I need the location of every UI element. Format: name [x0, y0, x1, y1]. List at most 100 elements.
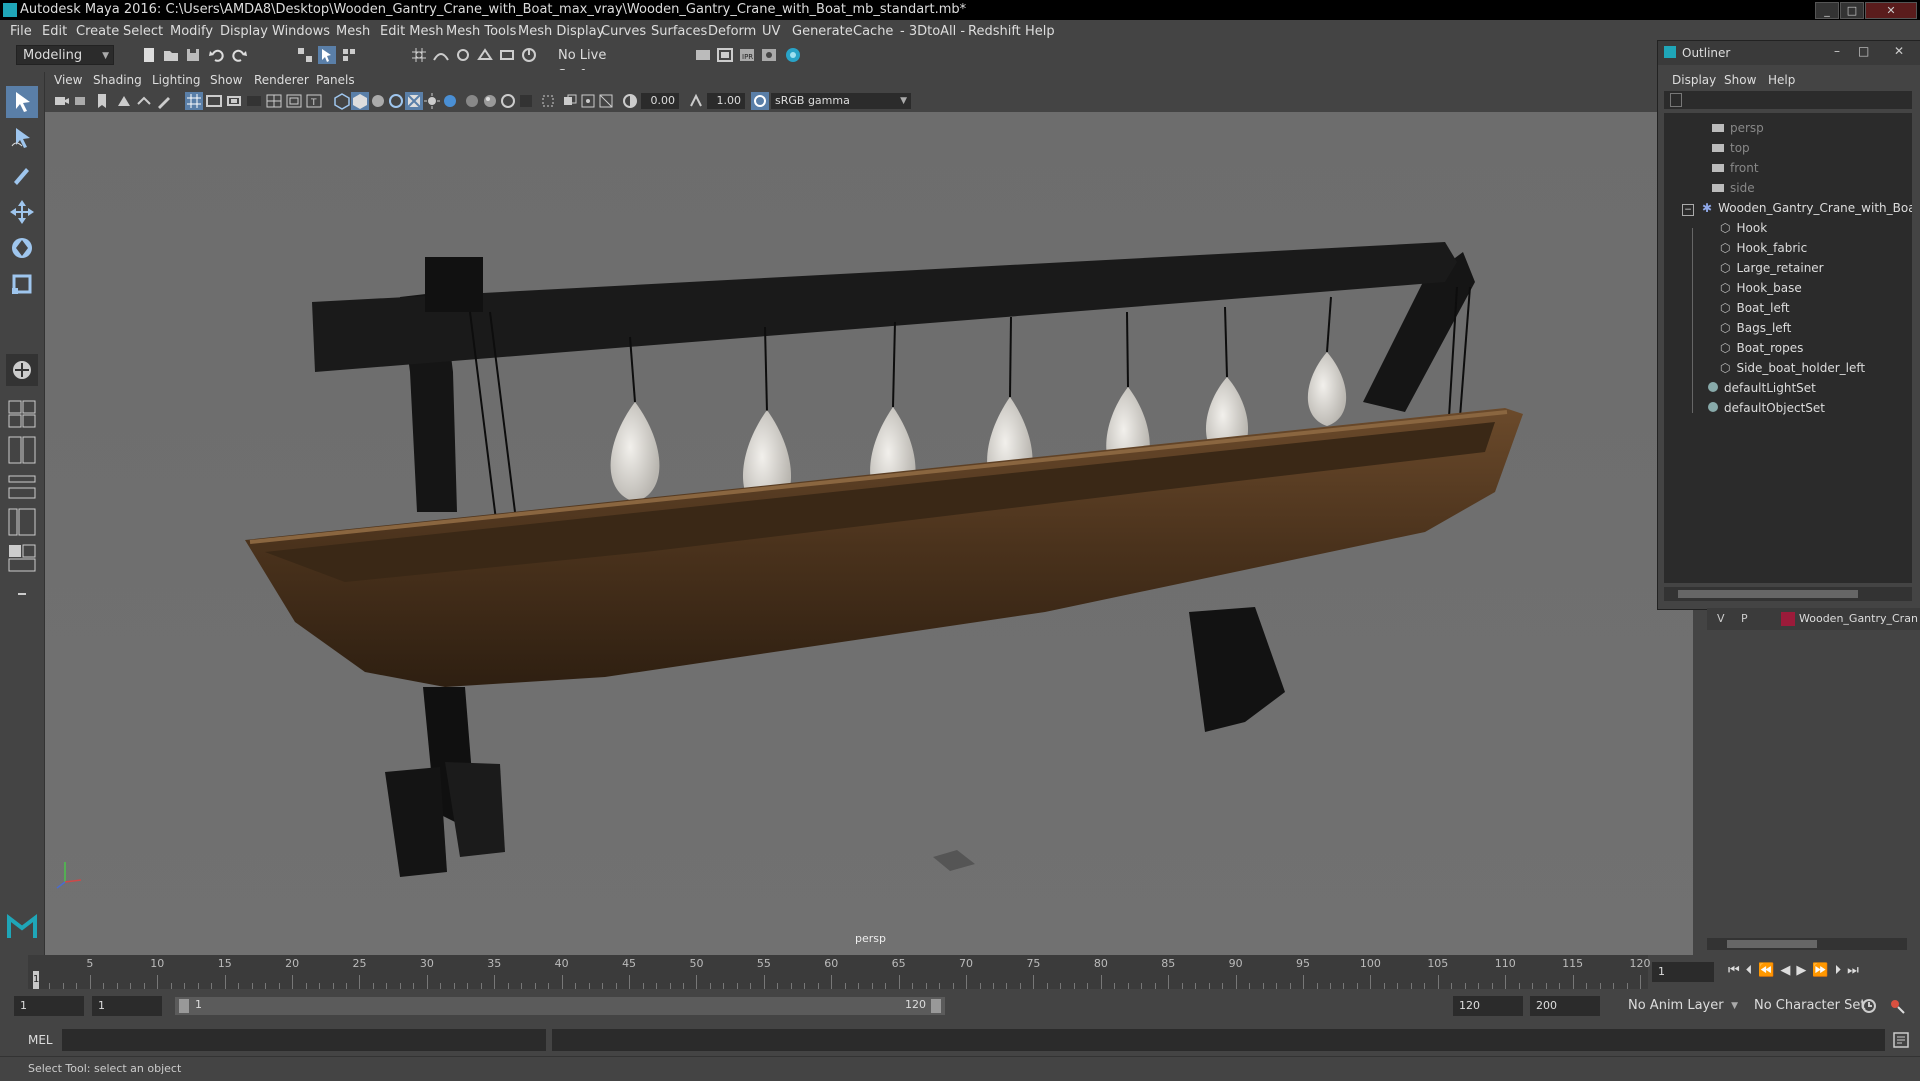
exposure-icon[interactable]: [621, 92, 639, 110]
script-editor-icon[interactable]: [1892, 1031, 1910, 1049]
undo-icon[interactable]: [208, 46, 226, 64]
film-gate-icon[interactable]: [205, 92, 223, 110]
outliner-item-hook[interactable]: ⬡ Hook: [1720, 218, 1767, 238]
view-transform-dropdown[interactable]: sRGB gamma ▼: [771, 93, 911, 109]
scrollbar-thumb[interactable]: [1727, 940, 1817, 948]
minimize-button[interactable]: _: [1815, 2, 1839, 19]
snap-surface-icon[interactable]: [498, 46, 516, 64]
wireframe-icon[interactable]: [333, 92, 351, 110]
outliner-item-side[interactable]: side: [1712, 178, 1755, 198]
motion-blur-icon[interactable]: [481, 92, 499, 110]
ipr-render-icon[interactable]: IPR: [738, 46, 756, 64]
outliner-maximize-button[interactable]: □: [1858, 44, 1869, 58]
range-start-handle[interactable]: [179, 999, 189, 1013]
screen-space-ao-icon[interactable]: [463, 92, 481, 110]
layer-color-swatch[interactable]: [1781, 612, 1795, 626]
menu-help[interactable]: Help: [1025, 24, 1055, 39]
outliner-item-hook-base[interactable]: ⬡ Hook_base: [1720, 278, 1802, 298]
outliner-item-top[interactable]: top: [1712, 138, 1750, 158]
playback-end-field[interactable]: 120: [1453, 996, 1523, 1016]
outliner-item-boat-ropes[interactable]: ⬡ Boat_ropes: [1720, 338, 1803, 358]
make-live-icon[interactable]: [520, 46, 538, 64]
render-view-icon[interactable]: [694, 46, 712, 64]
safe-action-icon[interactable]: [285, 92, 303, 110]
current-time-marker[interactable]: 1: [33, 971, 39, 989]
collapse-icon[interactable]: −: [1682, 204, 1694, 216]
xray-joints-icon[interactable]: [579, 92, 597, 110]
snap-view-plane-icon[interactable]: [476, 46, 494, 64]
step-back-icon[interactable]: ⏴: [1746, 963, 1759, 978]
menu-uv[interactable]: UV: [762, 24, 780, 39]
3d-scene[interactable]: [45, 112, 1693, 955]
auto-key-icon[interactable]: [1860, 997, 1878, 1015]
menu-cache[interactable]: Cache: [853, 24, 893, 39]
open-scene-icon[interactable]: [162, 46, 180, 64]
textured-icon[interactable]: [405, 92, 423, 110]
camera-attributes-icon[interactable]: [73, 92, 91, 110]
outliner-item-persp[interactable]: persp: [1712, 118, 1764, 138]
xray-icon[interactable]: [561, 92, 579, 110]
snap-grid-icon[interactable]: [410, 46, 428, 64]
gamma-icon[interactable]: [687, 92, 705, 110]
layer-visibility-toggle[interactable]: V: [1717, 612, 1725, 625]
menu-edit[interactable]: Edit: [42, 24, 67, 39]
redo-icon[interactable]: [230, 46, 248, 64]
step-back-key-icon[interactable]: ⏪: [1758, 963, 1780, 978]
character-set-dropdown[interactable]: No Character Set: [1750, 996, 1870, 1016]
step-forward-key-icon[interactable]: ⏩: [1812, 963, 1834, 978]
command-input[interactable]: [62, 1029, 546, 1051]
layer-scrollbar[interactable]: [1707, 938, 1907, 950]
four-view-layout-icon[interactable]: [6, 398, 38, 430]
playback-start-field[interactable]: 1: [92, 996, 162, 1016]
select-component-icon[interactable]: [340, 46, 358, 64]
safe-title-icon[interactable]: T: [305, 92, 323, 110]
grease-pencil-icon[interactable]: [155, 92, 173, 110]
outliner-item-front[interactable]: front: [1712, 158, 1759, 178]
range-end-handle[interactable]: [931, 999, 941, 1013]
gamma-field[interactable]: 1.00: [707, 93, 745, 109]
menu-redshift[interactable]: Redshift: [968, 24, 1021, 39]
step-forward-icon[interactable]: ⏵: [1835, 963, 1848, 978]
menu-display[interactable]: Display: [220, 24, 268, 39]
more-layouts-icon[interactable]: [6, 578, 38, 610]
outliner-item-root[interactable]: − ✱ Wooden_Gantry_Crane_with_Boat_: [1682, 198, 1912, 218]
outliner-close-button[interactable]: ✕: [1894, 44, 1904, 58]
viewport-menu-shading[interactable]: Shading: [93, 73, 142, 87]
script-language-toggle[interactable]: MEL: [28, 1033, 53, 1047]
outliner-item-boat-left[interactable]: ⬡ Boat_left: [1720, 298, 1790, 318]
menu-deform[interactable]: Deform: [708, 24, 756, 39]
range-bar[interactable]: 1 120: [175, 997, 945, 1015]
layer-row[interactable]: V P Wooden_Gantry_Cran: [1707, 608, 1920, 630]
mode-dropdown[interactable]: Modeling ▼: [16, 45, 114, 65]
select-object-icon[interactable]: [318, 46, 336, 64]
viewport-menu-show[interactable]: Show: [210, 73, 242, 87]
smooth-shade-icon[interactable]: [351, 92, 369, 110]
close-button[interactable]: ✕: [1865, 2, 1917, 19]
new-scene-icon[interactable]: [140, 46, 158, 64]
wireframe-on-shaded-icon[interactable]: [387, 92, 405, 110]
viewport-menu-view[interactable]: View: [54, 73, 82, 87]
move-tool-icon[interactable]: [6, 196, 38, 228]
snap-curve-icon[interactable]: [432, 46, 450, 64]
maximize-button[interactable]: □: [1840, 2, 1864, 19]
current-frame-field[interactable]: 1: [1652, 962, 1714, 982]
image-plane-icon[interactable]: [115, 92, 133, 110]
shadows-icon[interactable]: [441, 92, 459, 110]
gate-mask-icon[interactable]: [245, 92, 263, 110]
viewport-menu-renderer[interactable]: Renderer: [254, 73, 309, 87]
two-d-pan-icon[interactable]: [135, 92, 153, 110]
outliner-menu-display[interactable]: Display: [1672, 73, 1716, 87]
menu-generate[interactable]: Generate: [792, 24, 853, 39]
time-ruler[interactable]: 5 10 15 20 25 30 35 40 45 50 55 60 65 70 75 80 85 90 95 100…: [28, 955, 1651, 989]
camera-select-icon[interactable]: [53, 92, 71, 110]
field-chart-icon[interactable]: [265, 92, 283, 110]
menu-mesh-display[interactable]: Mesh Display: [518, 24, 604, 39]
depth-of-field-icon[interactable]: [517, 92, 535, 110]
outliner-item-bags-left[interactable]: ⬡ Bags_left: [1720, 318, 1791, 338]
multisample-aa-icon[interactable]: [499, 92, 517, 110]
grid-toggle-icon[interactable]: [185, 92, 203, 110]
resolution-gate-icon[interactable]: [225, 92, 243, 110]
snap-point-icon[interactable]: [454, 46, 472, 64]
outliner-item-large-retainer[interactable]: ⬡ Large_retainer: [1720, 258, 1824, 278]
outliner-item-default-object-set[interactable]: defaultObjectSet: [1708, 398, 1825, 418]
